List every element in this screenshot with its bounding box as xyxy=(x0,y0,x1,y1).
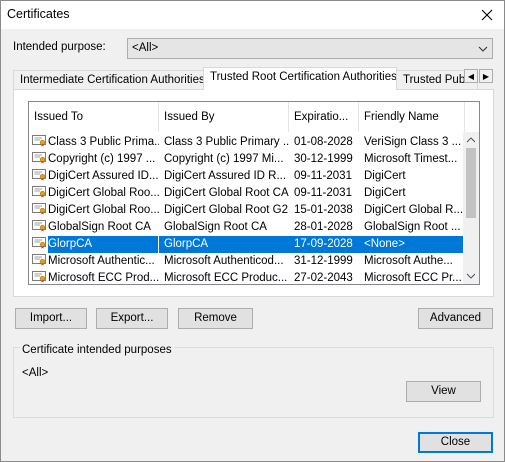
cell-text: GlorpCA xyxy=(48,236,158,253)
cell-text: Microsoft Authentic... xyxy=(48,255,155,267)
advanced-button[interactable]: Advanced xyxy=(418,308,493,329)
cell-expiration: 15-01-2038 xyxy=(294,204,353,216)
cell-issued-by: GlobalSign Root CA xyxy=(164,221,267,233)
window-title: Certificates xyxy=(7,7,70,21)
cell-issued-by: DigiCert Assured ID R... xyxy=(164,170,287,182)
cell-issued-by: Microsoft Authenticod... xyxy=(164,255,284,267)
vertical-scrollbar[interactable] xyxy=(463,132,479,284)
cell-expiration: 01-08-2028 xyxy=(294,136,353,148)
cell-text: DigiCert Global Roo... xyxy=(48,187,159,199)
cell-issued-by: DigiCert Global Root G2 xyxy=(164,204,288,216)
cell-friendly: Microsoft Timest... xyxy=(364,153,458,165)
cell-issued-to: GlorpCA xyxy=(29,236,159,253)
cell-issued-to: Microsoft ECC Prod... xyxy=(29,270,159,284)
cell-issued-to: Microsoft Authentic... xyxy=(29,253,159,270)
table-row[interactable]: Class 3 Public Prima... Class 3 Public Pr… xyxy=(29,134,465,151)
scroll-down-icon[interactable] xyxy=(463,268,479,284)
group-label: Certificate intended purposes xyxy=(20,344,174,356)
table-row[interactable]: Copyright (c) 1997 ... Copyright (c) 1997… xyxy=(29,151,465,168)
tab-label: Trusted Root Certification Authorities xyxy=(210,71,397,83)
intended-purpose-value: <All> xyxy=(132,42,159,54)
view-button[interactable]: View xyxy=(406,381,481,402)
export-button[interactable]: Export... xyxy=(96,308,168,329)
cell-friendly: DigiCert Global R... xyxy=(364,204,464,216)
certificate-list[interactable]: Issued To Issued By Expiratio... Friendl… xyxy=(28,101,480,285)
tab-panel: Issued To Issued By Expiratio... Friendl… xyxy=(13,89,494,297)
table-row[interactable]: DigiCert Assured ID... DigiCert Assured I… xyxy=(29,168,465,185)
cell-issued-by: Microsoft ECC Produc... xyxy=(164,272,288,284)
cell-issued-by: DigiCert Global Root CA xyxy=(164,187,289,199)
cell-issued-by: GlorpCA xyxy=(159,236,289,253)
cell-text: GlobalSign Root CA xyxy=(48,221,151,233)
intended-purposes-value: <All> xyxy=(22,367,49,379)
certificate-icon xyxy=(32,135,46,147)
cell-expiration: 27-02-2043 xyxy=(294,272,353,284)
close-icon[interactable] xyxy=(470,1,504,29)
intended-purpose-select[interactable]: <All> xyxy=(127,38,493,59)
certificate-icon xyxy=(32,237,46,249)
tab-scroll-right-icon[interactable]: ▶ xyxy=(479,69,493,83)
cell-text: Class 3 Public Prima... xyxy=(48,136,159,148)
remove-button[interactable]: Remove xyxy=(178,308,253,329)
cell-friendly: GlobalSign Root ... xyxy=(364,221,461,233)
certificates-dialog: Certificates Intended purpose: <All> Int… xyxy=(0,0,505,462)
cell-issued-to: DigiCert Global Roo... xyxy=(29,202,159,219)
cell-issued-to: GlobalSign Root CA xyxy=(29,219,159,236)
cell-text: Microsoft ECC Prod... xyxy=(48,272,159,284)
cell-text: DigiCert Assured ID... xyxy=(48,170,159,182)
certificate-icon xyxy=(32,152,46,164)
tab-label: Trusted Publ xyxy=(403,74,468,86)
tab-strip: Intermediate Certification Authorities T… xyxy=(13,67,493,90)
cell-text: Copyright (c) 1997 ... xyxy=(48,153,156,165)
certificate-icon xyxy=(32,169,46,181)
scroll-up-icon[interactable] xyxy=(463,132,479,148)
cell-friendly: Microsoft ECC Pr... xyxy=(364,272,462,284)
cell-friendly: DigiCert xyxy=(364,170,406,182)
cell-issued-to: Class 3 Public Prima... xyxy=(29,134,159,151)
cell-friendly: Microsoft Authe... xyxy=(364,255,453,267)
cell-text: DigiCert Global Roo... xyxy=(48,204,159,216)
import-button[interactable]: Import... xyxy=(15,308,87,329)
certificate-icon xyxy=(32,220,46,232)
cell-friendly: DigiCert xyxy=(364,187,406,199)
table-row[interactable]: DigiCert Global Roo... DigiCert Global Ro… xyxy=(29,185,465,202)
cell-issued-to: Copyright (c) 1997 ... xyxy=(29,151,159,168)
cell-expiration: 30-12-1999 xyxy=(294,153,353,165)
tab-label: Intermediate Certification Authorities xyxy=(20,74,204,86)
table-row[interactable]: DigiCert Global Roo... DigiCert Global Ro… xyxy=(29,202,465,219)
cell-expiration: 31-12-1999 xyxy=(294,255,353,267)
certificate-icon xyxy=(32,271,46,283)
cell-expiration: 17-09-2028 xyxy=(289,236,359,253)
table-row[interactable]: Microsoft Authentic... Microsoft Authenti… xyxy=(29,253,465,270)
certificate-icon xyxy=(32,203,46,215)
table-row[interactable]: Microsoft ECC Prod... Microsoft ECC Produ… xyxy=(29,270,465,284)
cell-issued-by: Class 3 Public Primary ... xyxy=(164,136,289,148)
title-bar: Certificates xyxy=(1,1,504,29)
chevron-down-icon xyxy=(478,46,488,52)
certificate-icon xyxy=(32,254,46,266)
tab-scroll-left-icon[interactable]: ◀ xyxy=(464,69,478,83)
cell-expiration: 28-01-2028 xyxy=(294,221,353,233)
column-issued-by[interactable]: Issued By xyxy=(159,102,289,132)
scroll-thumb[interactable] xyxy=(466,148,476,218)
table-row[interactable]: GlobalSign Root CA GlobalSign Root CA 28-0… xyxy=(29,219,465,236)
cell-issued-to: DigiCert Assured ID... xyxy=(29,168,159,185)
column-expiration[interactable]: Expiratio... xyxy=(289,102,359,132)
cell-friendly: <None> xyxy=(359,236,465,253)
tab-trusted-root-ca[interactable]: Trusted Root Certification Authorities xyxy=(203,67,397,90)
close-button[interactable]: Close xyxy=(418,432,493,453)
cell-friendly: VeriSign Class 3 ... xyxy=(364,136,462,148)
column-friendly-name[interactable]: Friendly Name xyxy=(359,102,465,132)
certificate-icon xyxy=(32,186,46,198)
intended-purpose-label: Intended purpose: xyxy=(13,41,106,53)
list-header: Issued To Issued By Expiratio... Friendl… xyxy=(29,102,479,132)
column-issued-to[interactable]: Issued To xyxy=(29,102,159,132)
table-row[interactable]: GlorpCA GlorpCA 17-09-2028 <None> xyxy=(29,236,465,253)
tab-intermediate-ca[interactable]: Intermediate Certification Authorities xyxy=(13,70,204,89)
cell-issued-to: DigiCert Global Roo... xyxy=(29,185,159,202)
cell-expiration: 09-11-2031 xyxy=(294,187,352,199)
cell-issued-by: Copyright (c) 1997 Mi... xyxy=(164,153,284,165)
cell-expiration: 09-11-2031 xyxy=(294,170,352,182)
